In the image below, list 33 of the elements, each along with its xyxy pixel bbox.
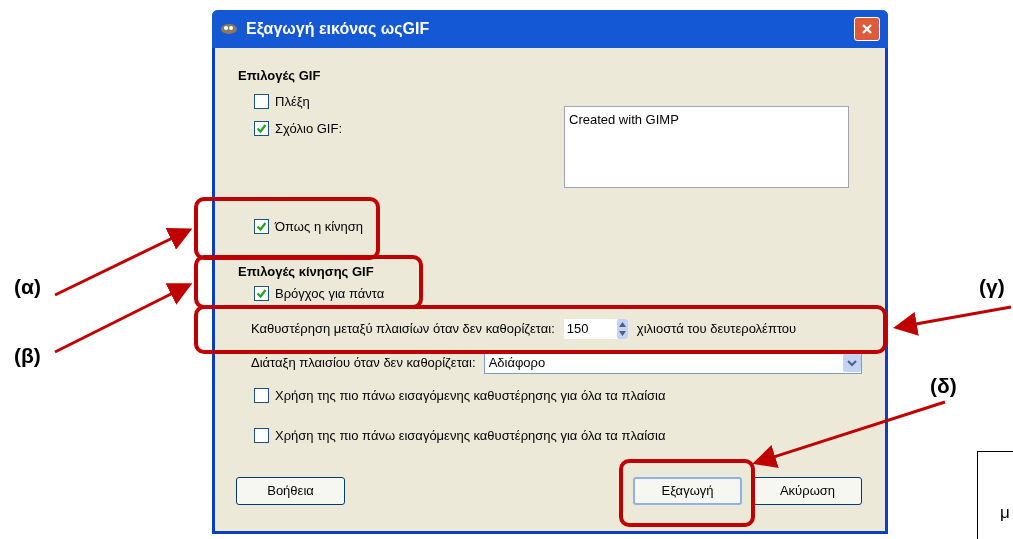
app-icon <box>220 23 238 35</box>
checkbox-label: Χρήση της πιο πάνω εισαγόμενης καθυστέρησης για όλα τα πλαίσια <box>275 387 666 405</box>
disposal-dropdown[interactable]: Αδιάφορο <box>483 352 862 374</box>
field-label: Καθυστέρηση μεταξύ πλαισίων όταν δεν καθορίζεται: <box>251 320 555 339</box>
checkbox-label: Όπως η κίνηση <box>275 217 364 236</box>
window-title: Εξαγωγή εικόνας ωςGIF <box>246 19 431 40</box>
checkbox[interactable] <box>254 427 269 443</box>
annotation-label: (α) <box>14 274 41 300</box>
checkbox[interactable] <box>254 285 269 301</box>
close-button[interactable] <box>854 17 880 41</box>
checkbox-label: Σχόλιο GIF: <box>275 120 342 138</box>
annotation-label: (γ) <box>979 274 1005 300</box>
annotation-label: (β) <box>14 343 41 369</box>
checkbox-label: Πλέξη <box>275 92 310 111</box>
checkbox[interactable] <box>254 121 269 137</box>
comment-text-area[interactable]: Created with GIMP <box>564 106 849 188</box>
annotation-label: (δ) <box>930 373 957 399</box>
spin-arrows-icon[interactable] <box>616 319 628 339</box>
checkbox[interactable] <box>254 388 269 404</box>
section-heading: Επιλογές κίνησης GIF <box>238 263 375 281</box>
dialog-button[interactable]: Εξαγωγή <box>633 477 742 505</box>
dialog-button[interactable]: Ακύρωση <box>753 477 862 505</box>
unit-label: χιλιοστά του δευτερολέπτου <box>636 320 797 339</box>
close-icon <box>861 23 873 35</box>
checkbox[interactable] <box>254 93 269 109</box>
field-label: Διάταξη πλαισίου όταν δεν καθορίζεται: <box>251 354 476 373</box>
delay-spin-field[interactable]: 150 <box>562 318 629 340</box>
checkbox[interactable] <box>254 218 269 234</box>
note-text: μ <box>1000 502 1010 524</box>
section-heading: Επιλογές GIF <box>238 67 322 85</box>
checkbox-label: Χρήση της πιο πάνω εισαγόμενης καθυστέρησης για όλα τα πλαίσια <box>275 426 666 445</box>
checkbox-label: Βρόγχος για πάντα <box>275 284 385 303</box>
dialog-button[interactable]: Βοήθεια <box>236 477 345 505</box>
